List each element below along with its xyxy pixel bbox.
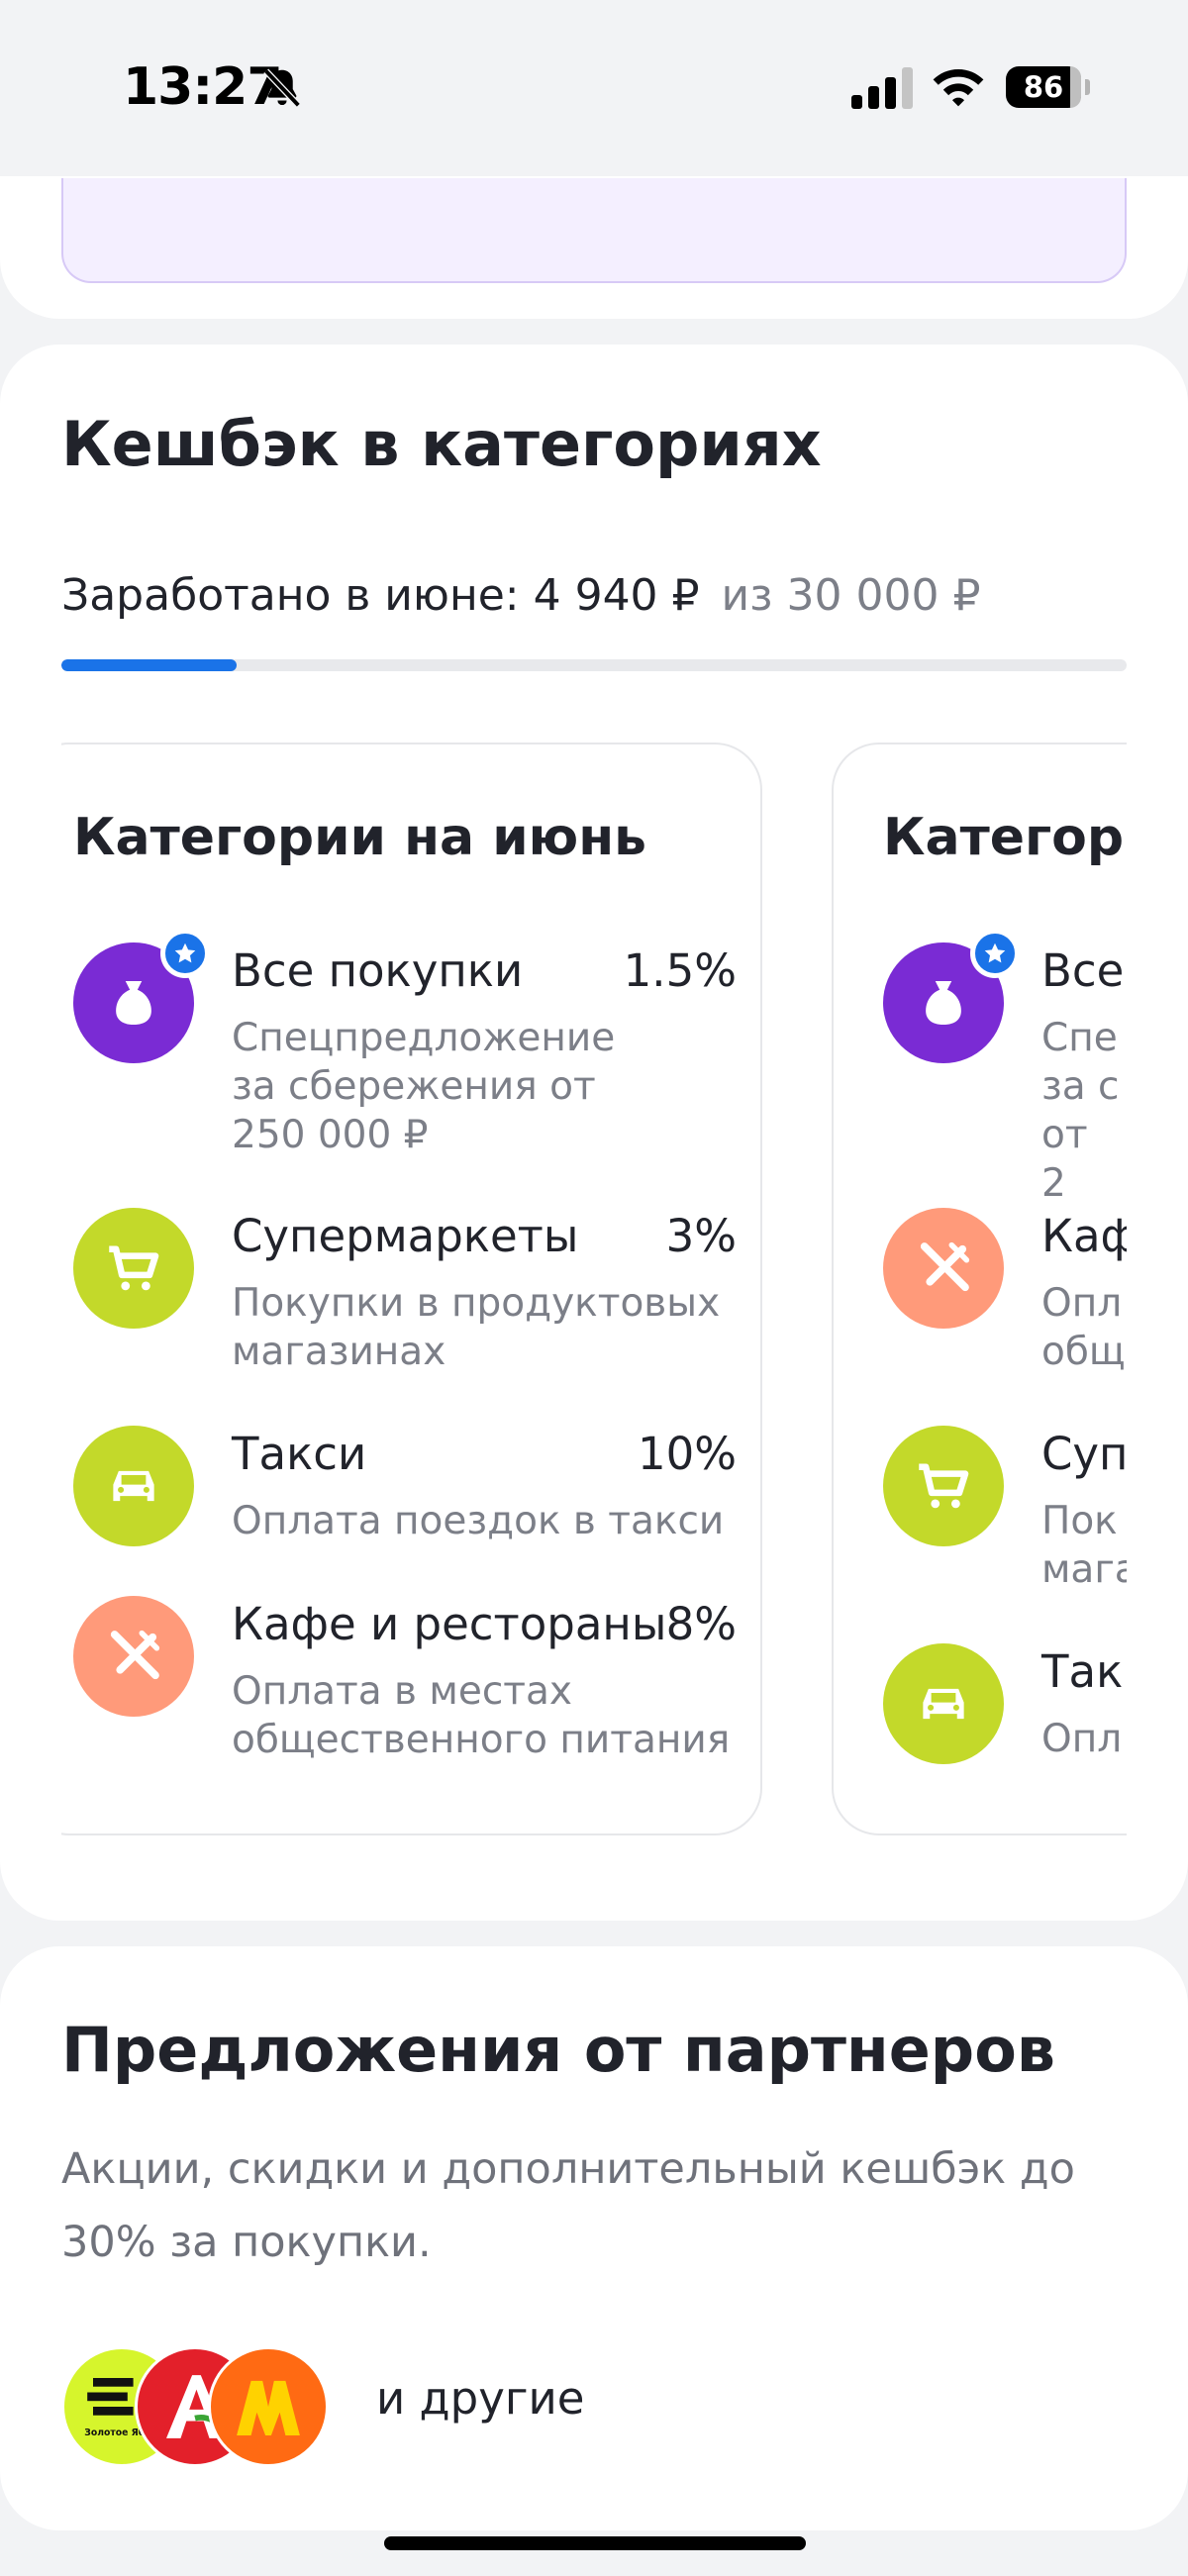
previous-banner[interactable] — [61, 178, 1127, 283]
partner-logos: Золотое Яб — [61, 2346, 339, 2469]
category-percent: 10% — [637, 1428, 737, 1480]
partner-offers-card[interactable]: Предложения от партнеров Акции, скидки и… — [0, 1946, 1188, 2530]
category-name: Суп — [1041, 1428, 1127, 1480]
category-description: Спецпредложение за сбережения от 250 000… — [232, 1016, 616, 1157]
cart-icon — [883, 1426, 1004, 1546]
category-name: Такси — [232, 1428, 367, 1480]
limit-label: из 30 000 ₽ — [721, 570, 981, 621]
star-icon — [160, 929, 210, 978]
status-time: 13:27 — [123, 57, 283, 117]
fork-knife-icon — [883, 1208, 1004, 1329]
category-name: Кафе и рестораны — [232, 1598, 667, 1650]
battery-level: 86 — [1023, 70, 1064, 104]
category-percent: 8% — [665, 1598, 737, 1650]
wifi-icon — [933, 69, 984, 107]
cashback-progress-bar — [61, 659, 1127, 671]
category-name: Все — [1041, 944, 1125, 997]
category-percent: 1.5% — [623, 944, 737, 997]
category-description: Опл — [1041, 1717, 1123, 1761]
cart-icon — [73, 1208, 194, 1329]
signal-icon — [851, 67, 913, 109]
cashback-title: Кешбэк в категориях — [61, 408, 822, 480]
earned-label: Заработано в июне: 4 940 ₽ — [61, 570, 700, 621]
partners-subtitle: Акции, скидки и дополнительный кешбэк до… — [61, 2144, 1075, 2267]
status-bar: 13:27 86 — [0, 0, 1188, 176]
category-description: Спе за с от 2 — [1041, 1016, 1120, 1206]
star-icon — [970, 929, 1020, 978]
bell-off-icon — [263, 68, 301, 108]
categories-month-card[interactable]: Категории на июнь Все покупки 1.5% Спецп… — [61, 743, 762, 1835]
home-indicator[interactable] — [384, 2536, 806, 2550]
category-name: Так — [1041, 1645, 1124, 1698]
battery-icon: 86 — [1006, 66, 1081, 108]
category-name: Супермаркеты — [232, 1210, 579, 1262]
category-name: Каф — [1041, 1210, 1127, 1262]
categories-month-card-next[interactable]: Категори Все Спе за с от 2 Каф Опл общ — [832, 743, 1127, 1835]
category-name: Все покупки — [232, 944, 524, 997]
earned-summary: Заработано в июне: 4 940 ₽ из 30 000 ₽ — [61, 570, 980, 621]
category-description: Оплата в местах общественного питания — [232, 1669, 731, 1762]
categories-carousel[interactable]: Категории на июнь Все покупки 1.5% Спецп… — [61, 743, 1127, 1891]
month-card-title: Категори — [883, 808, 1127, 867]
car-icon — [73, 1426, 194, 1546]
fork-knife-icon — [73, 1596, 194, 1717]
cashback-progress-fill — [61, 659, 238, 671]
category-description: Оплата поездок в такси — [232, 1499, 725, 1543]
cashback-categories-card: Кешбэк в категориях Заработано в июне: 4… — [0, 345, 1188, 1921]
and-others-label: и другие — [376, 2372, 585, 2425]
month-card-title: Категории на июнь — [73, 808, 647, 867]
logo-lettering: Золотое Яб — [84, 2427, 145, 2438]
category-description: Пок мага — [1041, 1499, 1127, 1592]
category-description: Опл общ — [1041, 1281, 1126, 1374]
category-percent: 3% — [665, 1210, 737, 1262]
car-icon — [883, 1643, 1004, 1764]
partners-title: Предложения от партнеров — [61, 2014, 1056, 2086]
megamarket-logo — [208, 2346, 329, 2467]
category-description: Покупки в продуктовых магазинах — [232, 1281, 721, 1374]
